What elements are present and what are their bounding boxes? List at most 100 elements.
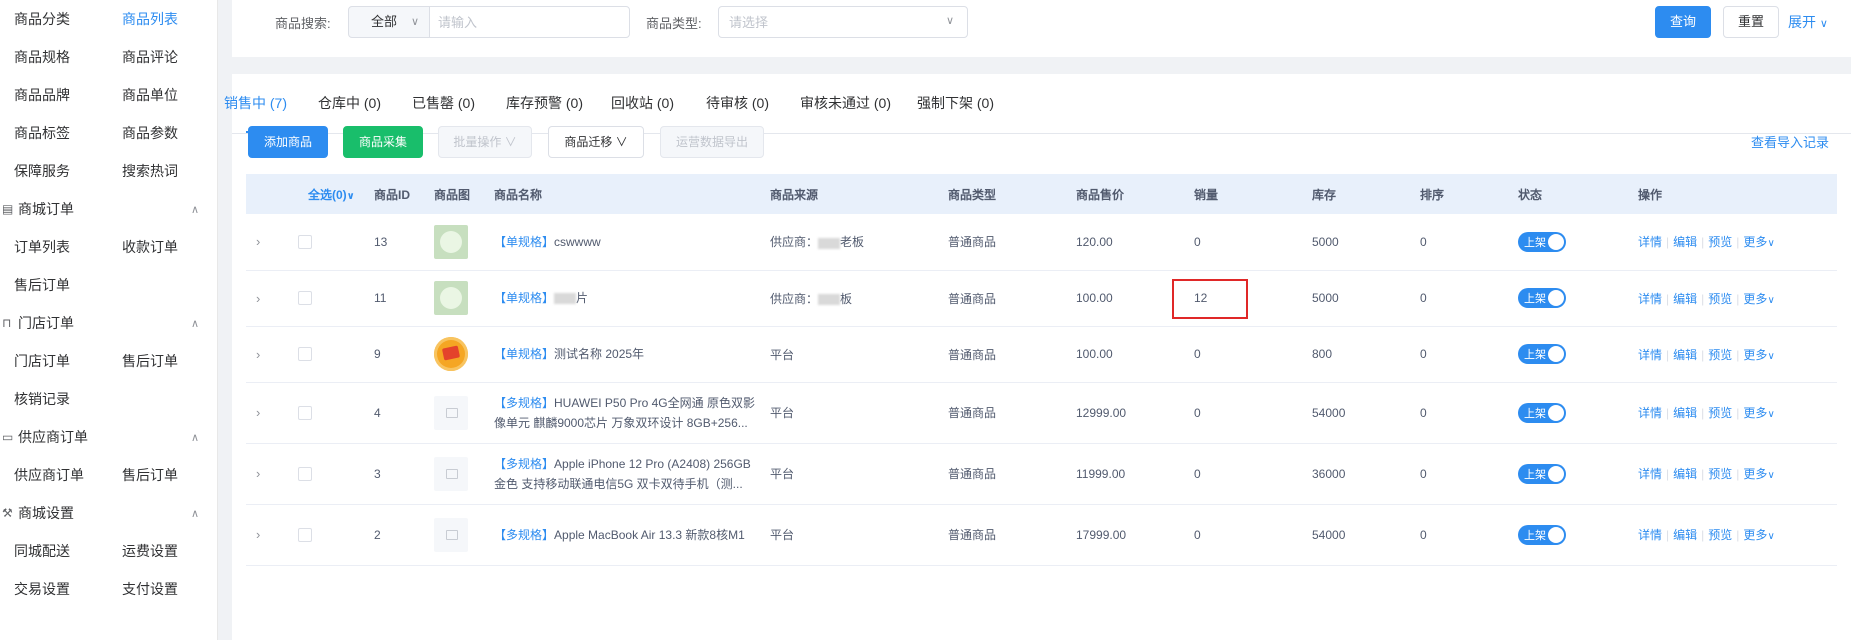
sidebar-item[interactable]: 保障服务	[14, 152, 122, 190]
sidebar-item[interactable]: 订单列表	[14, 228, 122, 266]
collect-goods-button[interactable]: 商品采集	[343, 126, 423, 158]
expand-cell[interactable]: ›	[246, 382, 274, 444]
row-action-detail[interactable]: 详情	[1638, 348, 1662, 362]
row-action-edit[interactable]: 编辑	[1673, 235, 1697, 249]
table-row[interactable]: › 4 【多规格】HUAWEI P50 Pro 4G全网通 原色双影像单元 麒麟90…	[246, 382, 1837, 444]
row-action-detail[interactable]: 详情	[1638, 528, 1662, 542]
sidebar-item[interactable]: 商品单位	[122, 76, 230, 114]
chevron-right-icon[interactable]: ›	[256, 291, 260, 306]
row-action-detail[interactable]: 详情	[1638, 467, 1662, 481]
sidebar-item[interactable]: 售后订单	[14, 266, 122, 304]
product-thumbnail[interactable]	[434, 395, 468, 430]
chevron-right-icon[interactable]: ›	[256, 405, 260, 420]
row-action-detail[interactable]: 详情	[1638, 406, 1662, 420]
row-checkbox[interactable]	[298, 235, 312, 250]
sidebar-item[interactable]: 商品标签	[14, 114, 122, 152]
sidebar-group-title[interactable]: ⊓ 门店订单 ∧	[0, 304, 217, 342]
sidebar-item[interactable]: 同城配送	[14, 532, 122, 570]
row-action-more[interactable]: 更多	[1743, 235, 1767, 249]
product-thumbnail[interactable]	[434, 517, 468, 552]
sidebar-item[interactable]: 商品分类	[14, 0, 122, 38]
search-input[interactable]	[429, 6, 630, 38]
row-action-edit[interactable]: 编辑	[1673, 528, 1697, 542]
row-action-edit[interactable]: 编辑	[1673, 406, 1697, 420]
row-action-more[interactable]: 更多	[1743, 348, 1767, 362]
sidebar-group-title[interactable]: ▤ 商城订单 ∧	[0, 190, 217, 228]
row-checkbox[interactable]	[298, 405, 312, 420]
status-toggle[interactable]: 上架	[1518, 463, 1566, 484]
product-thumbnail[interactable]	[434, 456, 468, 491]
sidebar-item[interactable]: 商品参数	[122, 114, 230, 152]
tab[interactable]: 已售罄 (0)	[412, 74, 475, 134]
chevron-right-icon[interactable]: ›	[256, 234, 260, 249]
reset-button[interactable]: 重置	[1723, 6, 1779, 38]
sidebar-group-title[interactable]: ⚒ 商城设置 ∧	[0, 494, 217, 532]
row-checkbox[interactable]	[298, 466, 312, 481]
table-row[interactable]: › 2 【多规格】Apple MacBook Air 13.3 新款8核M1 平台 普通…	[246, 504, 1837, 566]
sidebar-item[interactable]: 商品品牌	[14, 76, 122, 114]
sidebar-item[interactable]: 核销记录	[14, 380, 122, 418]
sidebar-item[interactable]: 商品评论	[122, 38, 230, 76]
search-scope-select[interactable]: 全部 ∨	[348, 6, 430, 38]
chevron-right-icon[interactable]: ›	[256, 466, 260, 481]
sidebar-item[interactable]: 收款订单	[122, 228, 230, 266]
status-toggle[interactable]: 上架	[1518, 231, 1566, 252]
expand-cell[interactable]: ›	[246, 270, 274, 327]
tab[interactable]: 强制下架 (0)	[917, 74, 994, 134]
row-action-more[interactable]: 更多	[1743, 467, 1767, 481]
row-action-more[interactable]: 更多	[1743, 528, 1767, 542]
tab[interactable]: 库存预警 (0)	[506, 74, 583, 134]
table-row[interactable]: › 9 【单规格】测试名称 2025年 平台 普通商品 100.00 0 800 0 上架 详情 | 编…	[246, 326, 1837, 383]
select-all-header[interactable]: 全选(0)∨	[274, 174, 364, 214]
row-action-detail[interactable]: 详情	[1638, 235, 1662, 249]
sidebar-item[interactable]: 门店订单	[14, 342, 122, 380]
row-checkbox[interactable]	[298, 527, 312, 542]
status-toggle[interactable]: 上架	[1518, 402, 1566, 423]
row-action-preview[interactable]: 预览	[1708, 292, 1732, 306]
expand-cell[interactable]: ›	[246, 443, 274, 505]
row-checkbox[interactable]	[298, 291, 312, 306]
tab[interactable]: 待审核 (0)	[706, 74, 769, 134]
product-thumbnail[interactable]	[434, 337, 468, 371]
sidebar-item[interactable]: 搜索热词	[122, 152, 230, 190]
add-goods-button[interactable]: 添加商品	[248, 126, 328, 158]
row-action-more[interactable]: 更多	[1743, 292, 1767, 306]
status-toggle[interactable]: 上架	[1518, 524, 1566, 545]
expand-cell[interactable]: ›	[246, 326, 274, 383]
row-action-edit[interactable]: 编辑	[1673, 292, 1697, 306]
sidebar-group-title[interactable]: ▭ 供应商订单 ∧	[0, 418, 217, 456]
row-action-edit[interactable]: 编辑	[1673, 467, 1697, 481]
row-action-edit[interactable]: 编辑	[1673, 348, 1697, 362]
sidebar-item[interactable]: 支付设置	[122, 570, 230, 608]
tab[interactable]: 仓库中 (0)	[318, 74, 381, 134]
goods-type-select[interactable]	[718, 6, 968, 38]
row-action-preview[interactable]: 预览	[1708, 467, 1732, 481]
sidebar-item[interactable]: 售后订单	[122, 342, 230, 380]
expand-link[interactable]: 展开 ∨	[1788, 12, 1828, 32]
query-button[interactable]: 查询	[1655, 6, 1711, 38]
export-data-button[interactable]: 运营数据导出	[660, 126, 764, 158]
chevron-right-icon[interactable]: ›	[256, 527, 260, 542]
table-row[interactable]: › 13 【单规格】cswwww 供应商： 老板 普通商品 120.00 0 5000 0 上架 详情…	[246, 214, 1837, 271]
row-action-preview[interactable]: 预览	[1708, 406, 1732, 420]
row-action-more[interactable]: 更多	[1743, 406, 1767, 420]
row-action-preview[interactable]: 预览	[1708, 235, 1732, 249]
row-action-preview[interactable]: 预览	[1708, 528, 1732, 542]
product-thumbnail[interactable]	[434, 281, 468, 315]
tab[interactable]: 销售中 (7)	[224, 74, 287, 134]
row-checkbox[interactable]	[298, 347, 312, 362]
import-records-link[interactable]: 查看导入记录	[1751, 132, 1829, 151]
tab[interactable]: 审核未通过 (0)	[800, 74, 891, 134]
chevron-right-icon[interactable]: ›	[256, 347, 260, 362]
tab[interactable]: 回收站 (0)	[611, 74, 674, 134]
batch-ops-button[interactable]: 批量操作 ∨	[438, 126, 532, 158]
expand-cell[interactable]: ›	[246, 214, 274, 271]
sidebar-item[interactable]: 供应商订单	[14, 456, 122, 494]
sidebar-item[interactable]: 商品规格	[14, 38, 122, 76]
table-row[interactable]: › 11 【单规格】片供应商：板普通商品 100.00 12 5000 0 上架 详情 | 编辑 | 预…	[246, 270, 1837, 327]
row-action-preview[interactable]: 预览	[1708, 348, 1732, 362]
expand-cell[interactable]: ›	[246, 504, 274, 566]
sidebar-item[interactable]: 运费设置	[122, 532, 230, 570]
migrate-goods-button[interactable]: 商品迁移 ∨	[548, 126, 644, 158]
row-action-detail[interactable]: 详情	[1638, 292, 1662, 306]
